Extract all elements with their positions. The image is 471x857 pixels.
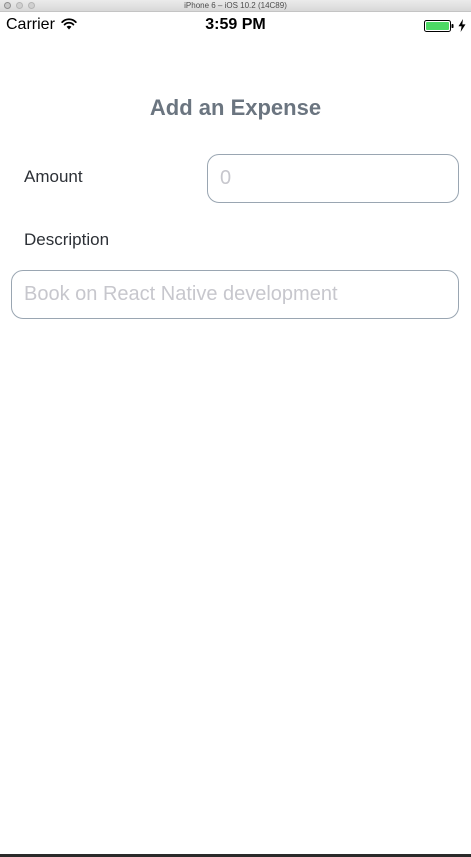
amount-input[interactable] — [207, 154, 459, 203]
page-title: Add an Expense — [149, 95, 322, 120]
clock: 3:59 PM — [205, 16, 266, 33]
simulator-window: iPhone 6 – iOS 10.2 (14C89) Carrier 3:59… — [0, 0, 471, 857]
simulator-title: iPhone 6 – iOS 10.2 (14C89) — [184, 1, 287, 10]
description-label: Description — [24, 230, 110, 249]
simulator-title-bar: iPhone 6 – iOS 10.2 (14C89) — [0, 0, 471, 12]
amount-label: Amount — [24, 167, 83, 186]
description-input[interactable] — [11, 270, 459, 319]
battery-icon — [424, 20, 454, 32]
charging-bolt-icon — [458, 19, 466, 32]
status-bar: Carrier 3:59 PM — [0, 12, 471, 40]
